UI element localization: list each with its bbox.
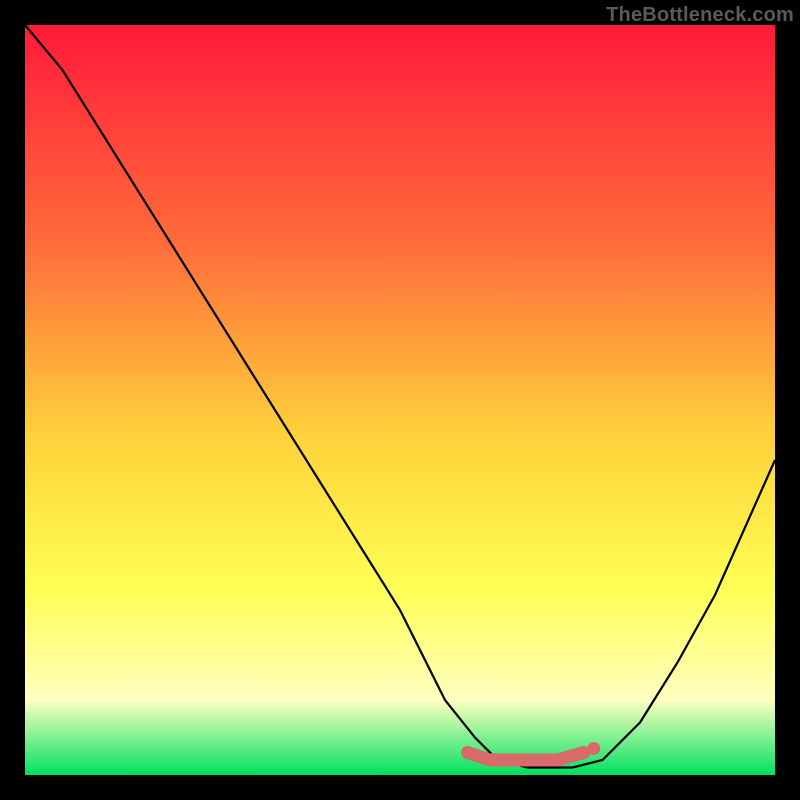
highlight-end-dot xyxy=(587,742,600,755)
chart-frame xyxy=(25,25,775,775)
bottleneck-curve xyxy=(25,25,775,768)
watermark-text: TheBottleneck.com xyxy=(606,4,794,27)
highlight-band-stroke xyxy=(468,753,584,761)
curve-overlay xyxy=(25,25,775,775)
